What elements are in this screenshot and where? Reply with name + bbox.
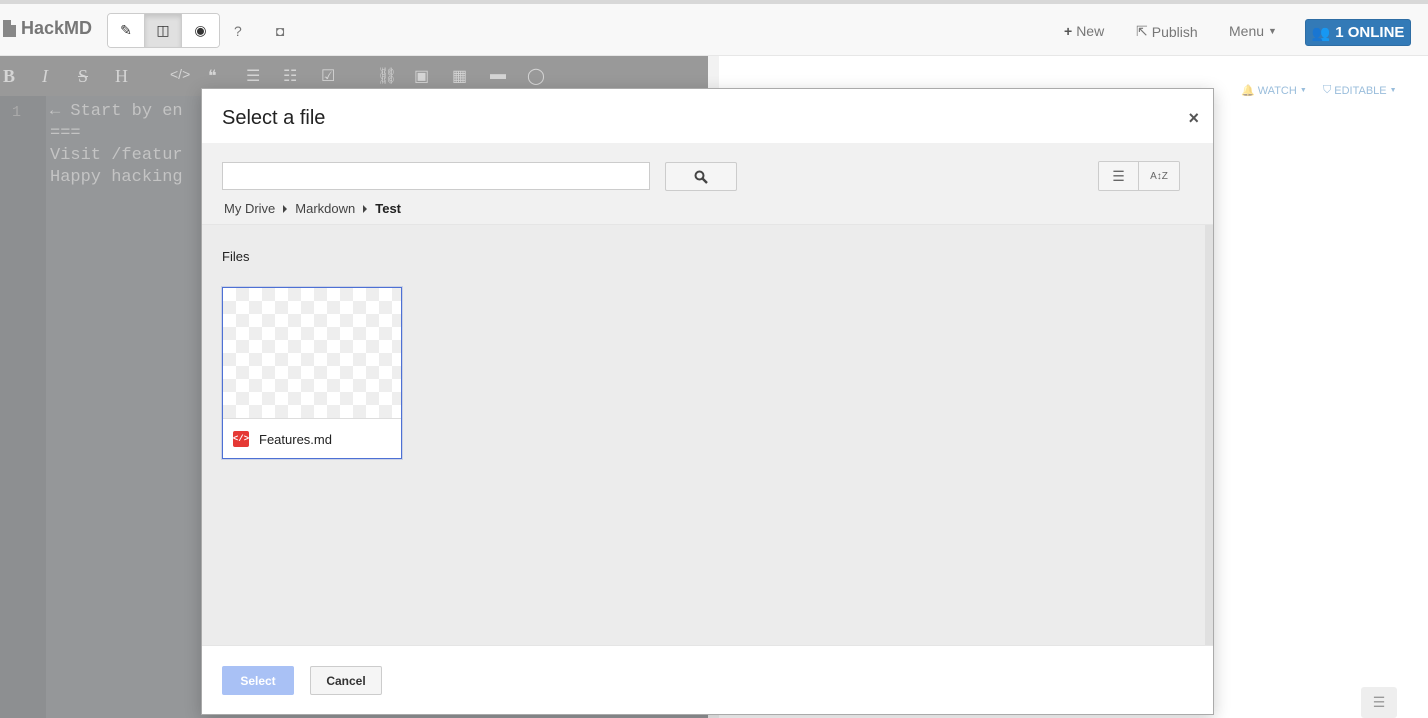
publish-button[interactable]: ⇱ Publish: [1136, 23, 1198, 40]
select-button[interactable]: Select: [222, 666, 294, 695]
share-icon: ⇱: [1136, 23, 1148, 39]
online-users-button[interactable]: 👥 1 ONLINE: [1305, 19, 1411, 46]
breadcrumb: My Drive Markdown Test: [224, 201, 401, 216]
columns-icon: ◫: [156, 22, 170, 38]
brand[interactable]: HackMD: [3, 18, 92, 39]
sort-button[interactable]: A↕Z: [1139, 162, 1179, 190]
eye-icon: ◉: [194, 22, 207, 38]
help-icon[interactable]: ?: [234, 23, 242, 39]
file-info: </> Features.md: [233, 431, 332, 447]
view-mode-group: ✎ ◫ ◉: [107, 13, 220, 48]
file-list: Files </> Features.md: [202, 225, 1205, 645]
users-icon: 👥: [1311, 24, 1331, 42]
breadcrumb-my-drive[interactable]: My Drive: [224, 201, 275, 216]
sort-az-icon: A↕Z: [1150, 170, 1168, 182]
dialog-header: ☰ A↕Z My Drive Markdown Test: [202, 143, 1213, 225]
view-mode-button[interactable]: ◉: [182, 14, 219, 47]
cancel-button[interactable]: Cancel: [310, 666, 382, 695]
file-name: Features.md: [259, 431, 332, 447]
menu-dropdown[interactable]: Menu ▼: [1229, 23, 1277, 39]
split-mode-button[interactable]: ◫: [145, 14, 182, 47]
list-icon: ☰: [1112, 167, 1125, 184]
list-view-button[interactable]: ☰: [1099, 162, 1139, 190]
close-icon[interactable]: ×: [1188, 108, 1199, 129]
files-section-label: Files: [222, 249, 250, 264]
file-picker-dialog: Select a file × ☰ A↕Z My Drive Markdown …: [201, 88, 1214, 715]
new-label: New: [1076, 23, 1105, 39]
pencil-icon: ✎: [120, 22, 132, 38]
view-options: ☰ A↕Z: [1098, 161, 1180, 191]
dialog-title: Select a file: [222, 107, 326, 129]
file-item[interactable]: </> Features.md: [222, 287, 402, 459]
search-input[interactable]: [222, 162, 650, 190]
breadcrumb-test: Test: [375, 201, 402, 216]
search-button[interactable]: [665, 162, 737, 191]
caret-down-icon: ▼: [1268, 26, 1277, 36]
dialog-footer: Select Cancel: [202, 645, 1213, 714]
plus-icon: +: [1064, 23, 1073, 39]
document-icon: [3, 20, 16, 37]
publish-label: Publish: [1151, 23, 1198, 40]
markdown-file-icon: </>: [233, 431, 249, 447]
top-navbar: HackMD ✎ ◫ ◉ ? ◘ + New ⇱ Publish Menu ▼ …: [0, 0, 1428, 56]
online-label: 1 ONLINE: [1335, 24, 1405, 41]
new-button[interactable]: + New: [1064, 23, 1104, 39]
breadcrumb-markdown[interactable]: Markdown: [295, 201, 355, 216]
brand-label: HackMD: [21, 18, 93, 38]
toc-button[interactable]: ☰: [1361, 687, 1397, 718]
caret-right-icon: [283, 204, 288, 213]
search-icon: [694, 170, 708, 184]
list-icon: ☰: [1372, 694, 1386, 710]
caret-right-icon: [363, 204, 368, 213]
file-list-scrollbar[interactable]: [1205, 225, 1213, 645]
menu-label: Menu: [1229, 23, 1265, 39]
camera-icon[interactable]: ◘: [276, 23, 284, 39]
edit-mode-button[interactable]: ✎: [108, 14, 145, 47]
file-thumbnail: [223, 288, 401, 419]
